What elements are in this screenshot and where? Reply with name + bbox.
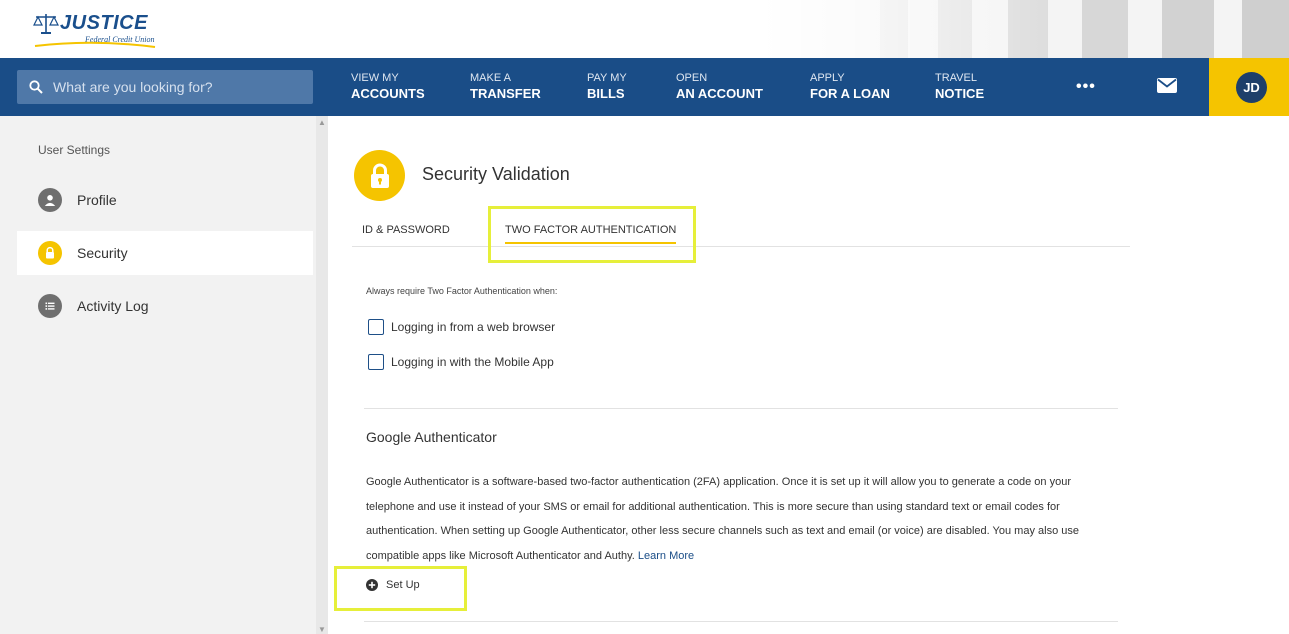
nav-travel-notice-top: TRAVEL: [935, 72, 977, 84]
sidebar-item-activity-log[interactable]: Activity Log: [17, 284, 313, 328]
ga-description-text: Google Authenticator is a software-based…: [366, 476, 1079, 562]
nav-open-account-bottom: AN ACCOUNT: [676, 86, 763, 101]
option-mobile-app[interactable]: Logging in with the Mobile App: [368, 354, 554, 370]
scroll-up-icon[interactable]: ▲: [318, 118, 326, 127]
search-input[interactable]: [53, 79, 293, 95]
sidebar-item-label: Security: [77, 245, 128, 261]
search-icon: [29, 80, 43, 94]
nav-travel-notice[interactable]: TRAVEL NOTICE: [935, 72, 984, 102]
user-menu[interactable]: JD: [1209, 58, 1289, 116]
nav-apply-loan-top: APPLY: [810, 72, 845, 84]
tab-highlight-box: [488, 206, 696, 263]
sidebar-item-profile[interactable]: Profile: [17, 178, 313, 222]
google-authenticator-description: Google Authenticator is a software-based…: [366, 470, 1118, 568]
section-divider: [364, 408, 1118, 409]
sidebar-item-label: Profile: [77, 192, 117, 208]
nav-pay-bills-bottom: BILLS: [587, 86, 625, 101]
scales-icon: [33, 14, 59, 34]
nav-make-transfer[interactable]: MAKE A TRANSFER: [470, 72, 541, 102]
lock-icon: [38, 241, 62, 265]
setup-highlight-box: [334, 566, 467, 611]
tab-bar: ID & PASSWORD TWO FACTOR AUTHENTICATION: [352, 214, 1130, 247]
nav-pay-bills[interactable]: PAY MY BILLS: [587, 72, 627, 102]
nav-apply-loan-bottom: FOR A LOAN: [810, 86, 890, 101]
sidebar-item-label: Activity Log: [77, 298, 149, 314]
logo-swoosh: [34, 41, 156, 48]
scroll-down-icon[interactable]: ▼: [318, 625, 326, 634]
nav-view-accounts[interactable]: VIEW MY ACCOUNTS: [351, 72, 425, 102]
mail-icon[interactable]: [1157, 78, 1177, 93]
columns-decoration: [760, 0, 1289, 58]
nav-make-transfer-bottom: TRANSFER: [470, 86, 541, 101]
main-content: Security Validation ID & PASSWORD TWO FA…: [328, 116, 1289, 634]
nav-view-accounts-bottom: ACCOUNTS: [351, 86, 425, 101]
nav-view-accounts-top: VIEW MY: [351, 72, 399, 84]
nav-open-account[interactable]: OPEN AN ACCOUNT: [676, 72, 763, 102]
web-browser-label: Logging in from a web browser: [391, 320, 556, 334]
settings-sidebar: User Settings Profile Security Activity …: [0, 116, 316, 634]
more-menu-icon[interactable]: •••: [1076, 78, 1096, 96]
page-title: Security Validation: [422, 164, 570, 184]
list-icon: [38, 294, 62, 318]
nav-open-account-top: OPEN: [676, 72, 708, 84]
sidebar-scrollbar[interactable]: ▲ ▼: [316, 116, 328, 634]
search-box[interactable]: [17, 70, 313, 104]
justice-logo[interactable]: JUSTICE Federal Credit Union: [33, 10, 158, 50]
mobile-app-label: Logging in with the Mobile App: [391, 355, 554, 369]
person-icon: [38, 188, 62, 212]
google-authenticator-title: Google Authenticator: [366, 429, 497, 445]
option-web-browser[interactable]: Logging in from a web browser: [368, 319, 555, 335]
avatar[interactable]: JD: [1236, 72, 1267, 103]
lock-icon: [354, 150, 405, 201]
web-browser-checkbox[interactable]: [368, 319, 384, 335]
main-nav: VIEW MY ACCOUNTS MAKE A TRANSFER PAY MY …: [0, 58, 1289, 116]
learn-more-link[interactable]: Learn More: [638, 550, 694, 562]
sidebar-heading: User Settings: [38, 143, 111, 157]
nav-pay-bills-top: PAY MY: [587, 72, 627, 84]
mobile-app-checkbox[interactable]: [368, 354, 384, 370]
brand-name: JUSTICE: [60, 12, 148, 34]
tfa-intro-text: Always require Two Factor Authentication…: [366, 286, 558, 296]
nav-travel-notice-bottom: NOTICE: [935, 86, 985, 101]
header-banner: JUSTICE Federal Credit Union: [0, 0, 1289, 58]
sidebar-item-security[interactable]: Security: [17, 231, 313, 275]
nav-apply-loan[interactable]: APPLY FOR A LOAN: [810, 72, 890, 102]
section-divider: [364, 621, 1118, 622]
nav-make-transfer-top: MAKE A: [470, 72, 511, 84]
tab-id-password[interactable]: ID & PASSWORD: [362, 224, 450, 236]
